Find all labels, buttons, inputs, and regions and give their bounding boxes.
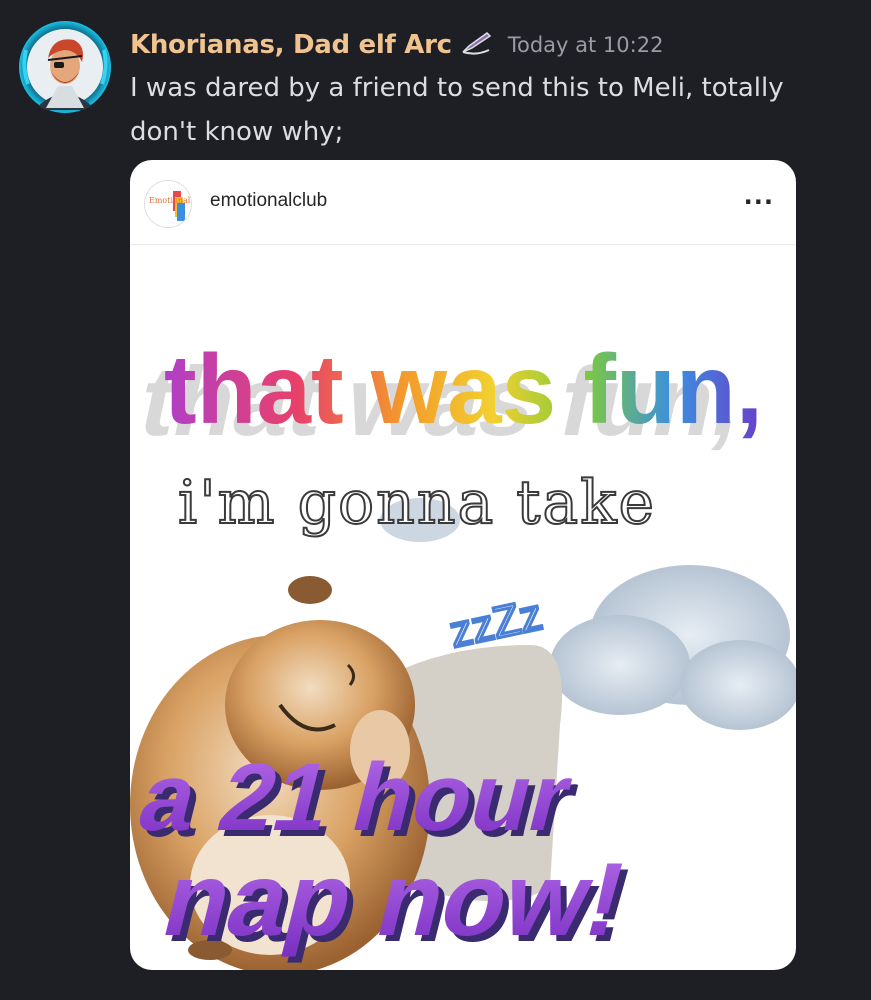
account-avatar-text: Emotional Club <box>149 196 191 205</box>
meme-headline-line4: nap now! <box>152 841 637 957</box>
meme-word: that <box>164 334 344 444</box>
message-timestamp: Today at 10:22 <box>507 33 664 57</box>
user-avatar[interactable] <box>18 20 112 114</box>
meme-headline-line1: that was fun, that was fun, <box>131 334 763 457</box>
svg-text:that was fun,: that was fun, <box>164 334 763 444</box>
meme-headline-line2: i'm gonna take <box>178 468 656 538</box>
meme-headline-line3: a 21 hour <box>130 743 582 850</box>
post-account-name: emotionalclub <box>210 190 328 211</box>
message-text: I was dared by a friend to send this to … <box>130 73 784 147</box>
chat-message: Khorianas, Dad elf Arc Today at 10:22 I … <box>0 0 871 1000</box>
meme-word: was <box>370 334 556 444</box>
quill-icon <box>460 30 494 60</box>
meme-image: that was fun, that was fun, i'm gonna ta… <box>130 245 796 970</box>
account-avatar-icon: Emotional Club <box>144 180 192 228</box>
image-attachment[interactable]: Emotional Club emotionalclub ... <box>130 160 796 970</box>
meme-word: fun, <box>583 334 763 444</box>
message-header: Khorianas, Dad elf Arc Today at 10:22 <box>130 22 663 68</box>
meme-headline-bottom: a 21 hour a 21 hour nap now! nap now! <box>130 743 644 963</box>
post-header: Emotional Club emotionalclub ... <box>130 160 796 245</box>
more-dots-icon[interactable]: ... <box>744 184 774 208</box>
username[interactable]: Khorianas, Dad elf Arc <box>130 30 452 60</box>
